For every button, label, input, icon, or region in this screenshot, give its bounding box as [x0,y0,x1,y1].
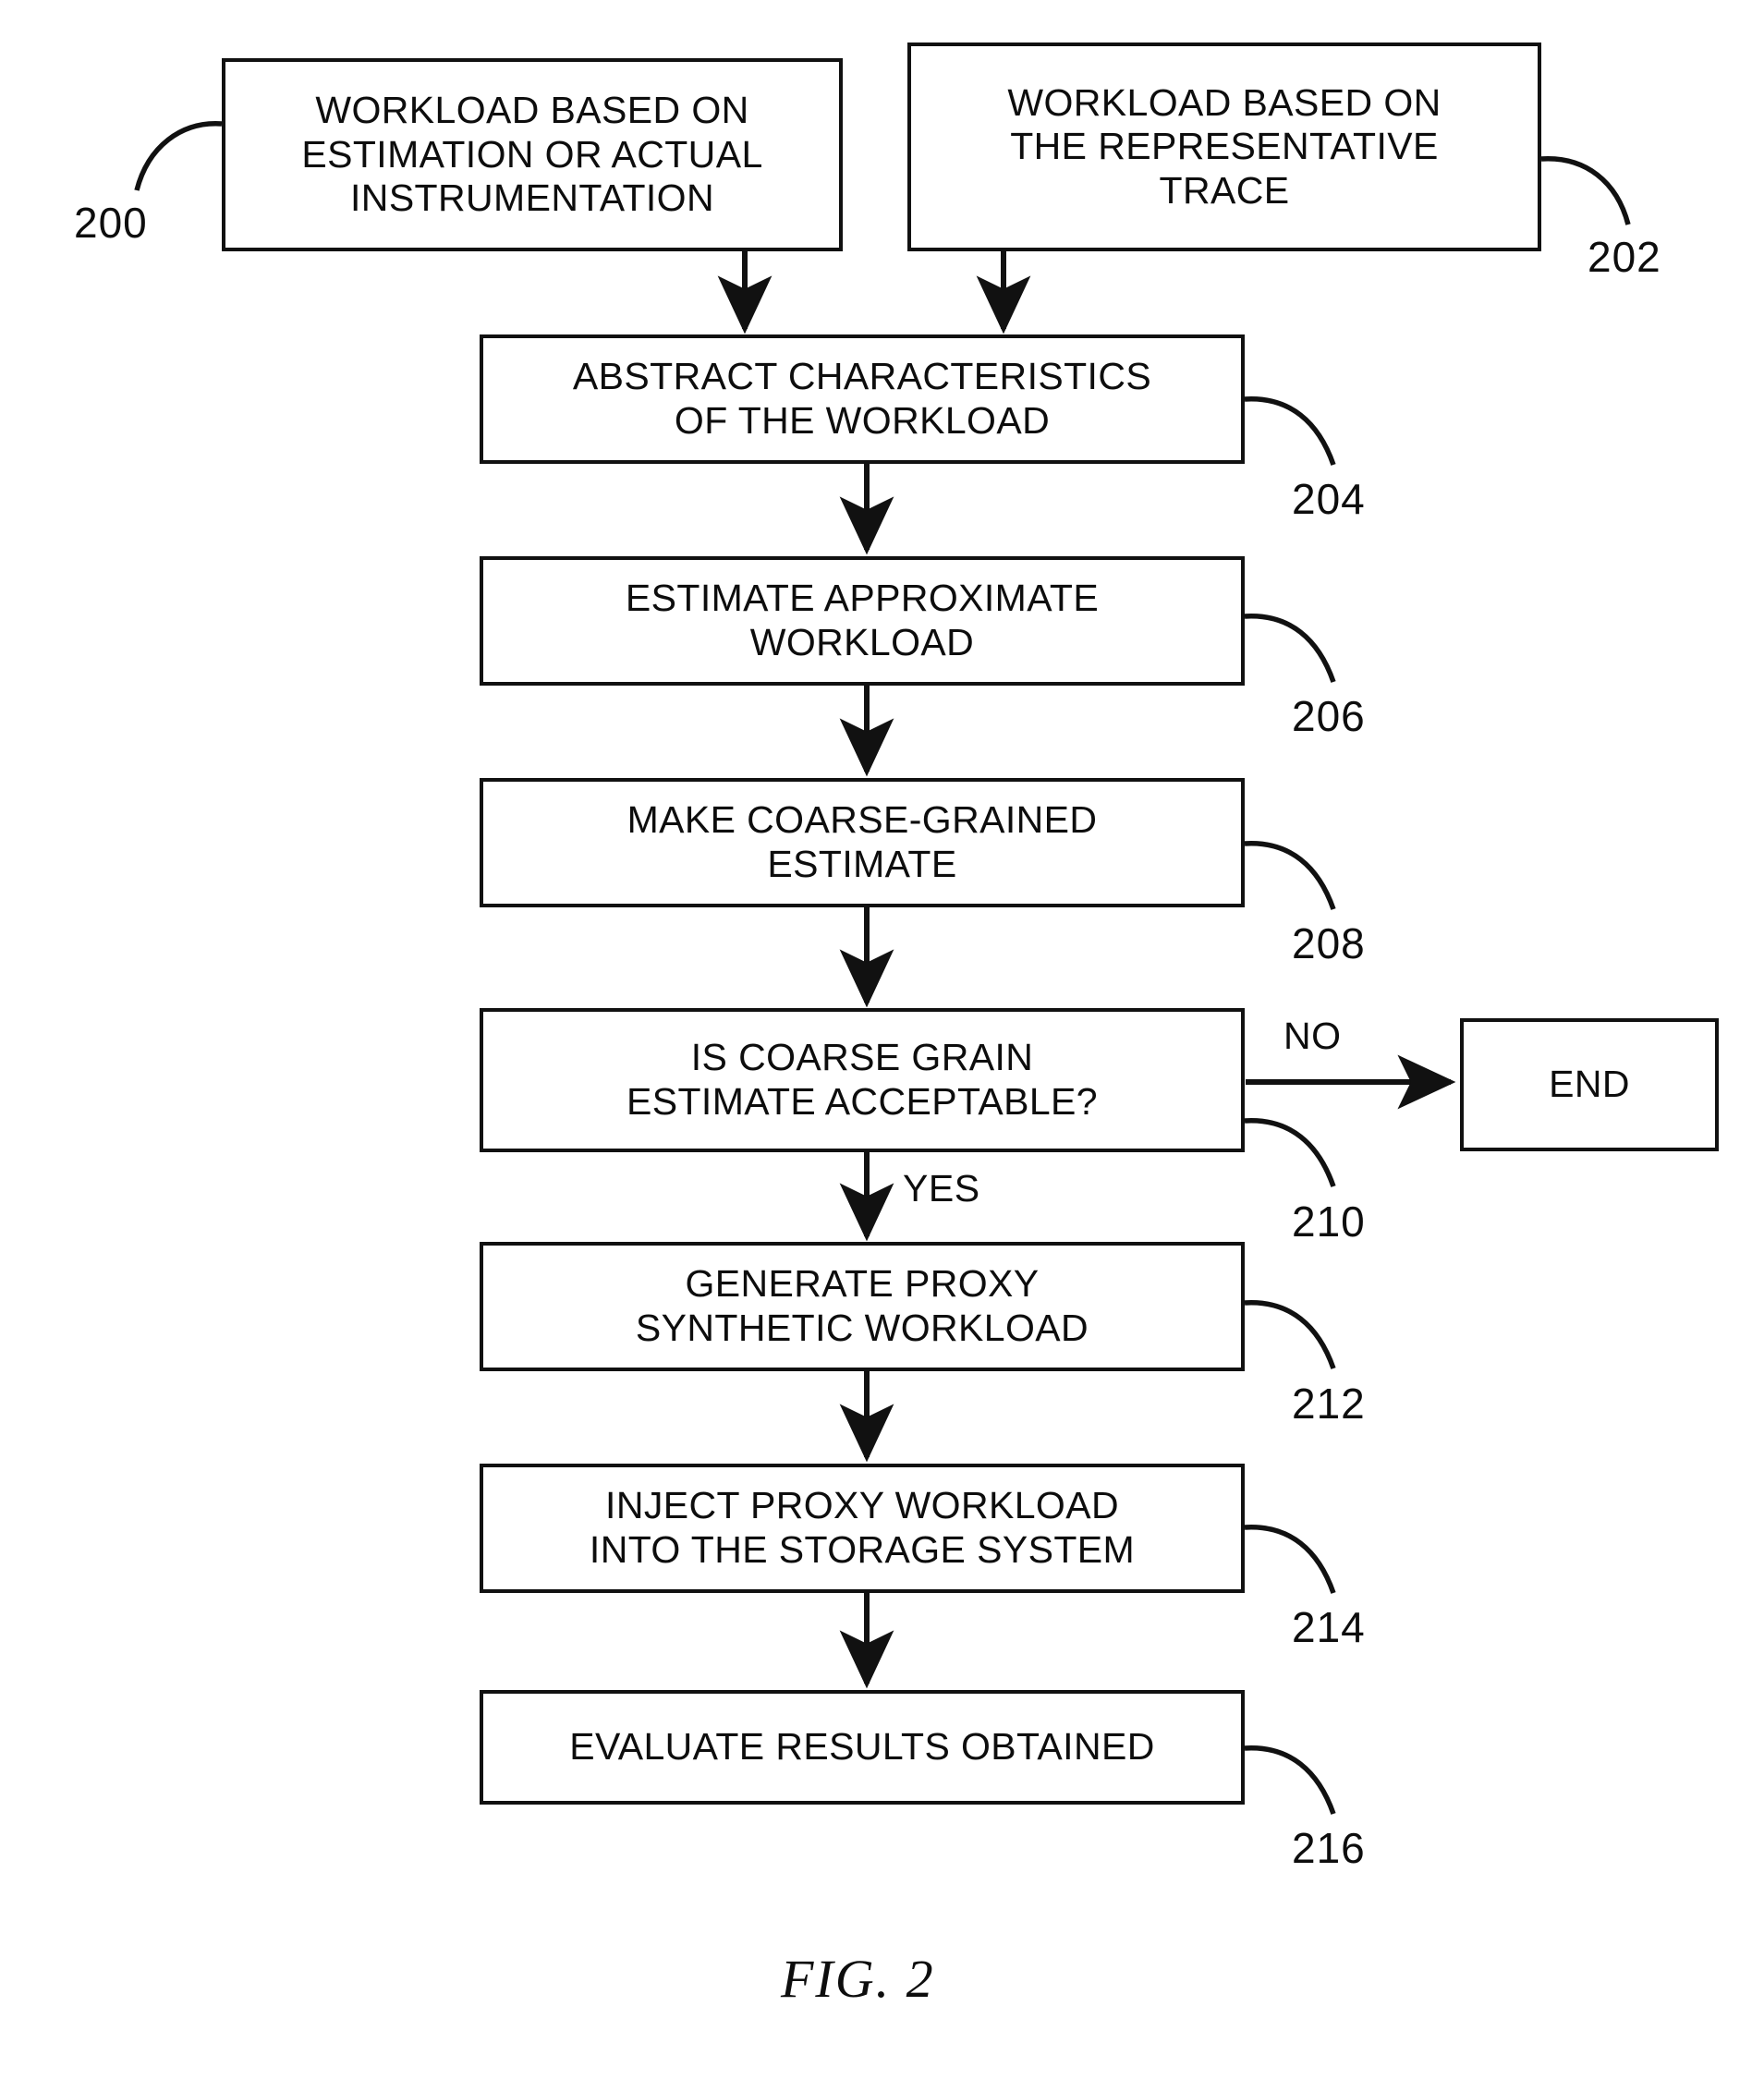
node-abstract-characteristics-label: ABSTRACT CHARACTERISTICS OF THE WORKLOAD [572,355,1152,442]
leader-line-202 [1540,156,1631,225]
node-inject-proxy[interactable]: INJECT PROXY WORKLOAD INTO THE STORAGE S… [480,1464,1245,1593]
node-workload-estimation[interactable]: WORKLOAD BASED ON ESTIMATION OR ACTUAL I… [222,58,843,251]
node-evaluate-results-label: EVALUATE RESULTS OBTAINED [569,1725,1155,1769]
node-workload-estimation-label: WORKLOAD BASED ON ESTIMATION OR ACTUAL I… [301,89,763,220]
node-generate-proxy-label: GENERATE PROXY SYNTHETIC WORKLOAD [635,1262,1089,1349]
ref-number-208: 208 [1292,919,1366,967]
leader-line-206 [1244,614,1336,683]
ref-number-210: 210 [1292,1198,1366,1246]
ref-number-202: 202 [1588,233,1661,281]
node-make-coarse-estimate[interactable]: MAKE COARSE-GRAINED ESTIMATE [480,778,1245,907]
ref-number-206: 206 [1292,692,1366,740]
node-end[interactable]: END [1460,1018,1719,1151]
node-evaluate-results[interactable]: EVALUATE RESULTS OBTAINED [480,1690,1245,1805]
ref-number-204: 204 [1292,475,1366,523]
leader-line-212 [1244,1300,1336,1369]
node-make-coarse-estimate-label: MAKE COARSE-GRAINED ESTIMATE [627,798,1098,885]
node-workload-trace[interactable]: WORKLOAD BASED ON THE REPRESENTATIVE TRA… [907,43,1541,251]
ref-number-212: 212 [1292,1380,1366,1428]
edge-label-no: NO [1283,1015,1342,1057]
node-abstract-characteristics[interactable]: ABSTRACT CHARACTERISTICS OF THE WORKLOAD [480,334,1245,464]
node-inject-proxy-label: INJECT PROXY WORKLOAD INTO THE STORAGE S… [589,1484,1136,1571]
leader-line-210 [1244,1118,1336,1187]
node-decision-coarse-grain[interactable]: IS COARSE GRAIN ESTIMATE ACCEPTABLE? [480,1008,1245,1152]
edge-label-yes: YES [903,1167,980,1210]
node-decision-coarse-grain-label: IS COARSE GRAIN ESTIMATE ACCEPTABLE? [626,1036,1098,1123]
node-estimate-approximate-label: ESTIMATE APPROXIMATE WORKLOAD [625,577,1100,663]
leader-line-200 [134,121,223,191]
ref-number-214: 214 [1292,1603,1366,1651]
node-generate-proxy[interactable]: GENERATE PROXY SYNTHETIC WORKLOAD [480,1242,1245,1371]
node-end-label: END [1549,1063,1630,1106]
leader-line-204 [1244,396,1336,466]
leader-line-208 [1244,841,1336,910]
node-workload-trace-label: WORKLOAD BASED ON THE REPRESENTATIVE TRA… [1007,80,1442,212]
leader-line-216 [1244,1745,1336,1815]
leader-line-214 [1244,1525,1336,1594]
ref-number-200: 200 [74,199,148,247]
figure-caption: FIG. 2 [781,1949,935,2009]
node-estimate-approximate[interactable]: ESTIMATE APPROXIMATE WORKLOAD [480,556,1245,686]
ref-number-216: 216 [1292,1824,1366,1872]
patent-figure: WORKLOAD BASED ON ESTIMATION OR ACTUAL I… [0,0,1764,2079]
